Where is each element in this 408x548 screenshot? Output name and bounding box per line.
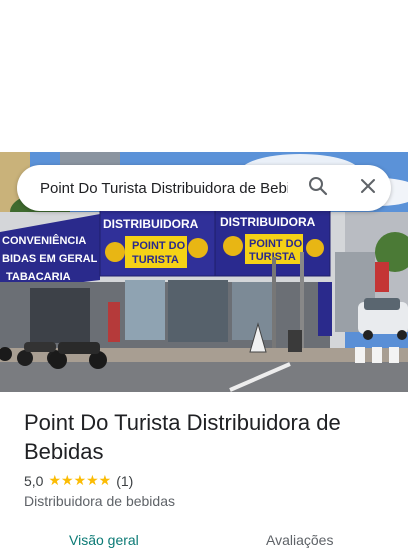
search-button[interactable] bbox=[300, 170, 336, 206]
sign-text-tabacaria: TABACARIA bbox=[6, 271, 71, 283]
review-count[interactable]: (1) bbox=[116, 473, 133, 489]
star-rating-icon: ★★★★★ bbox=[48, 472, 112, 488]
search-icon bbox=[308, 176, 328, 201]
sign-text-bebidas: BIDAS EM GERAL bbox=[2, 253, 98, 265]
place-category: Distribuidora de bebidas bbox=[24, 493, 175, 509]
sign-text-turista-1: TURISTA bbox=[132, 254, 179, 266]
tab-overview[interactable]: Visão geral bbox=[69, 532, 139, 548]
rating-value: 5,0 bbox=[24, 472, 44, 489]
place-title: Point Do Turista Distribuidora de Bebida… bbox=[24, 410, 341, 464]
sign-text-point-2: POINT DO bbox=[249, 238, 303, 250]
sign-text-distribuidora-2: DISTRIBUIDORA bbox=[220, 215, 316, 229]
search-input[interactable]: Point Do Turista Distribuidora de Bebida… bbox=[40, 180, 288, 197]
sign-text-distribuidora-1: DISTRIBUIDORA bbox=[103, 217, 199, 231]
sign-text-conveniencia: CONVENIÊNCIA bbox=[2, 234, 86, 247]
close-icon bbox=[360, 178, 376, 199]
clear-search-button[interactable] bbox=[350, 170, 386, 206]
sign-text-point-1: POINT DO bbox=[132, 240, 186, 252]
search-bar[interactable]: Point Do Turista Distribuidora de Bebida… bbox=[17, 165, 391, 211]
rating-row[interactable]: 5,0 ★★★★★ (1) bbox=[24, 472, 133, 489]
tab-reviews[interactable]: Avaliações bbox=[266, 532, 333, 548]
